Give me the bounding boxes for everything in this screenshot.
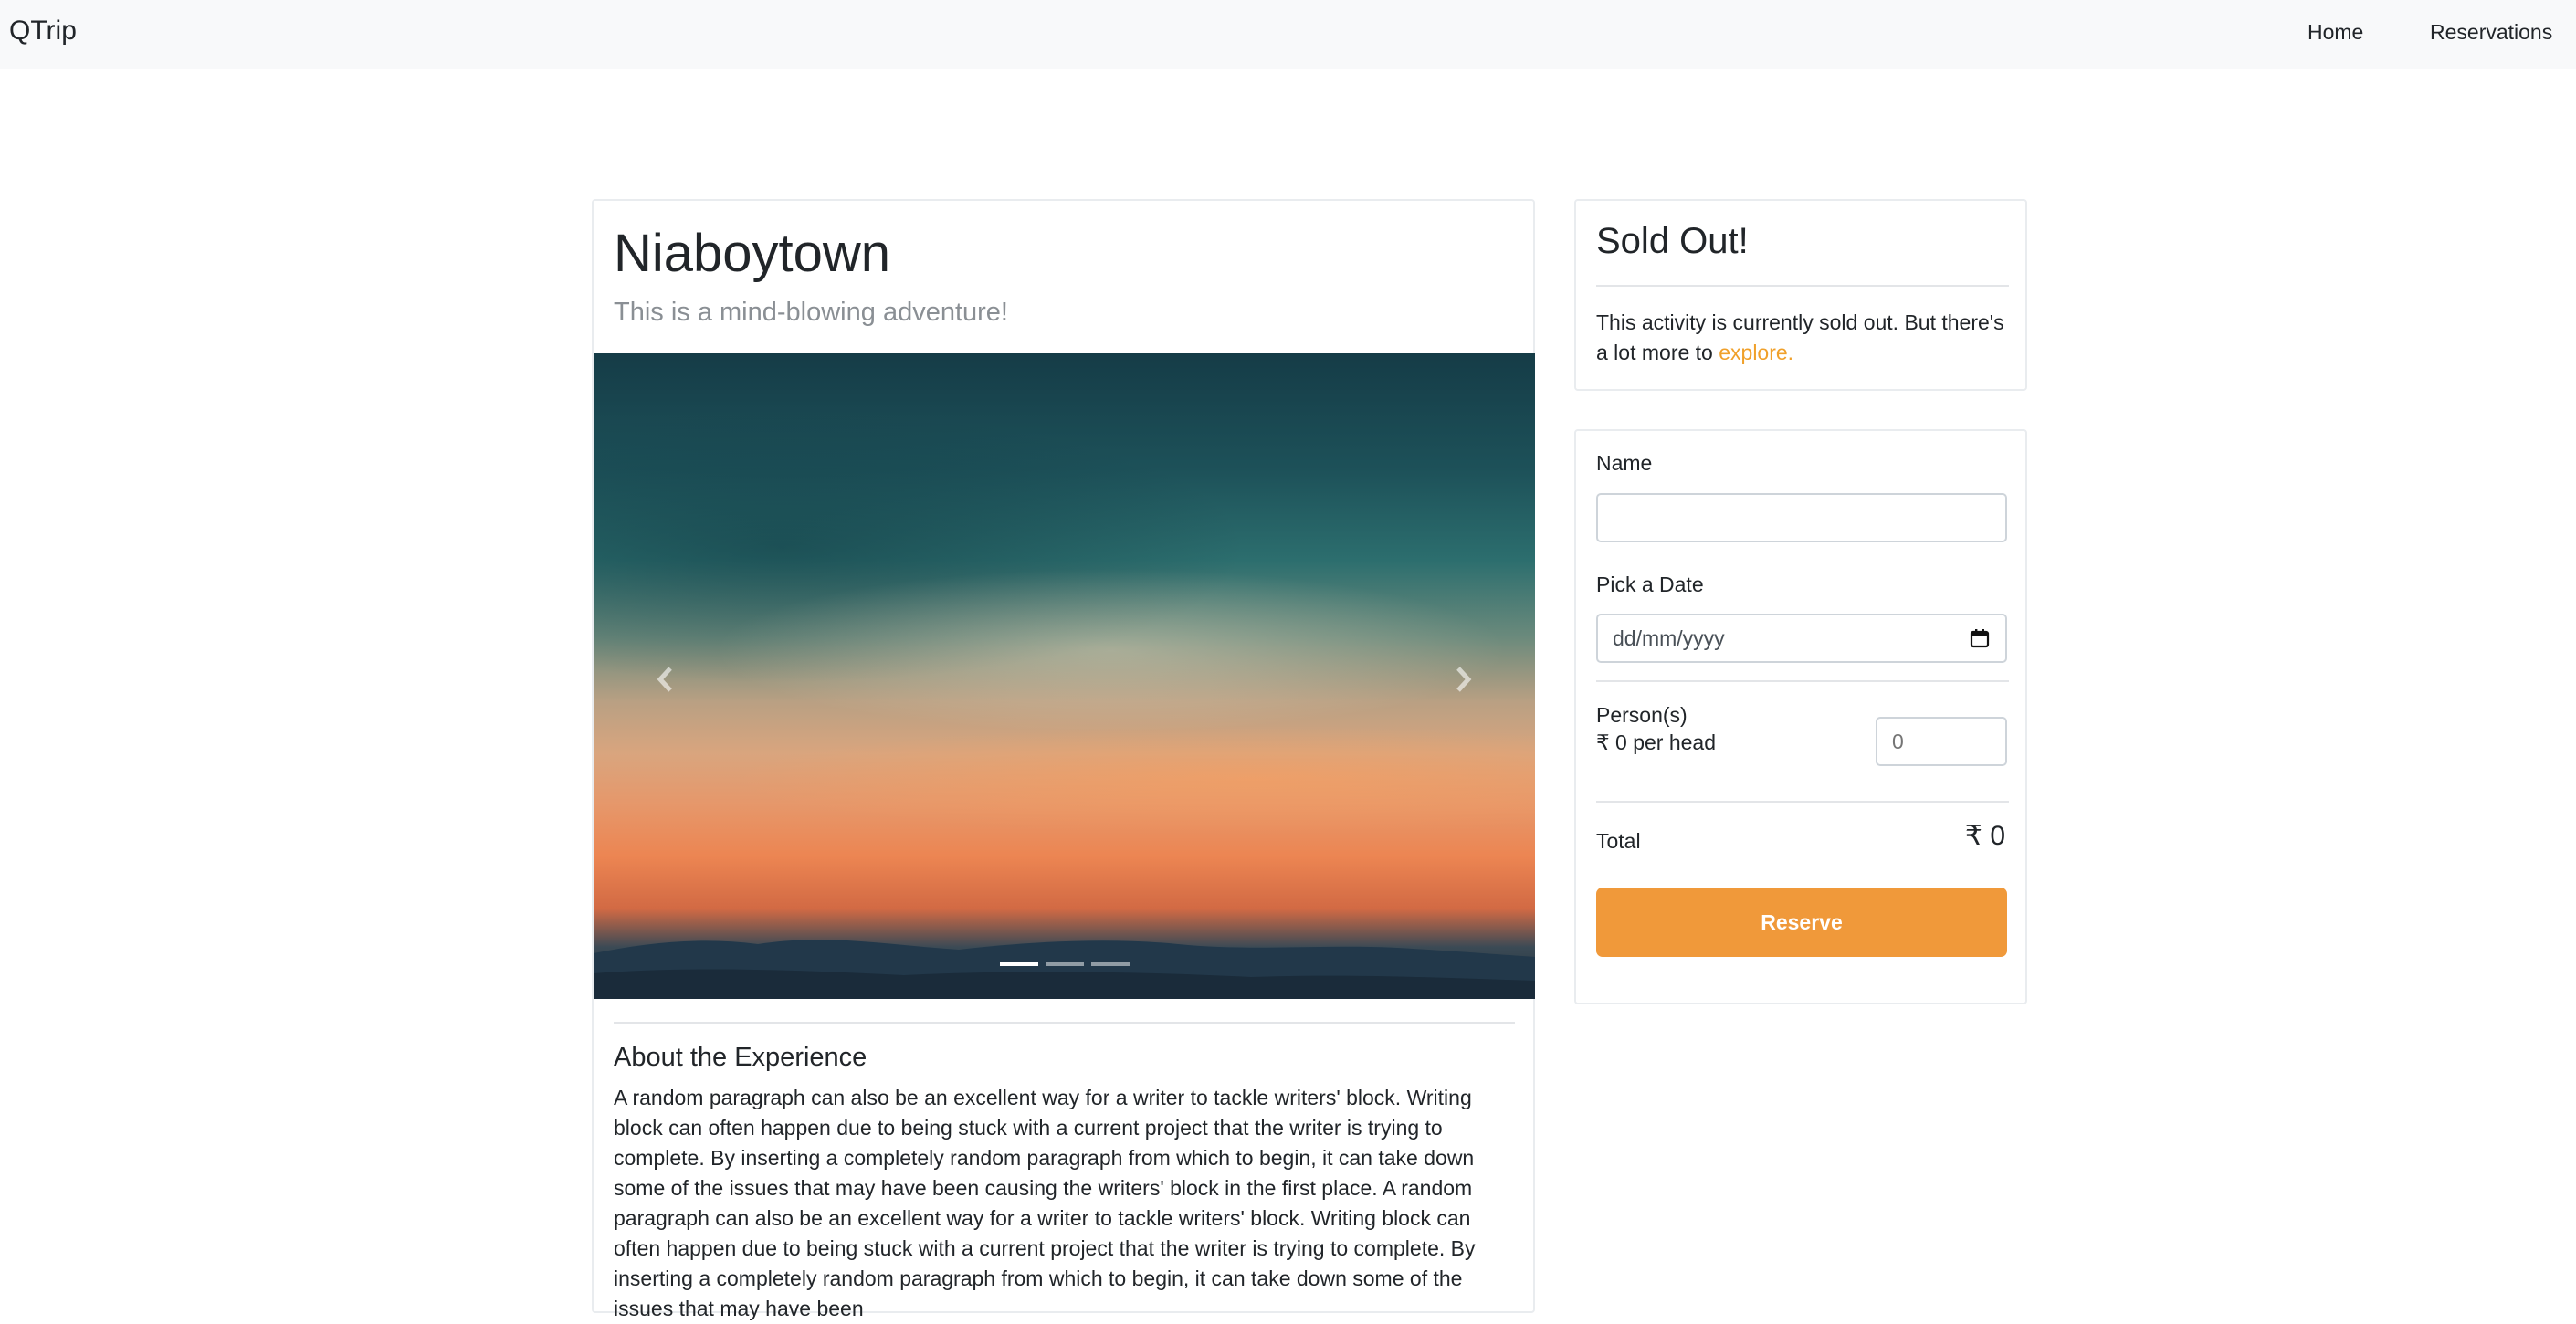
name-label: Name xyxy=(1596,451,1653,475)
carousel-next-button[interactable] xyxy=(1440,657,1486,702)
chevron-right-icon xyxy=(1456,667,1472,692)
carousel-indicator-3[interactable] xyxy=(1090,962,1130,966)
calendar-icon[interactable] xyxy=(1969,627,1991,649)
persons-input[interactable] xyxy=(1876,717,2007,766)
chevron-left-icon xyxy=(657,667,672,692)
sold-out-title: Sold Out! xyxy=(1596,221,1749,261)
navbar: QTrip Home Reservations xyxy=(0,0,2576,69)
sold-out-card: Sold Out! This activity is currently sol… xyxy=(1574,199,2027,391)
reservation-form: Name Pick a Date dd/mm/yyyy Person(s) ₹ … xyxy=(1574,429,2027,1004)
carousel-indicator-1[interactable] xyxy=(999,962,1038,966)
nav-reservations-link[interactable]: Reservations xyxy=(2430,20,2552,45)
reserve-button[interactable]: Reserve xyxy=(1596,888,2007,957)
form-divider xyxy=(1596,801,2009,803)
persons-label: Person(s) xyxy=(1596,703,1688,727)
date-placeholder: dd/mm/yyyy xyxy=(1613,625,1725,650)
about-text: A random paragraph can also be an excell… xyxy=(614,1086,1476,1320)
adventure-card: Niaboytown This is a mind-blowing advent… xyxy=(592,199,1535,1320)
name-input[interactable] xyxy=(1596,493,2007,542)
brand-logo[interactable]: QTrip xyxy=(9,16,77,47)
per-head-price: ₹ 0 per head xyxy=(1596,730,1717,754)
carousel-indicators xyxy=(594,962,1535,966)
sold-out-divider xyxy=(1596,285,2009,287)
date-input[interactable]: dd/mm/yyyy xyxy=(1596,614,2007,663)
carousel-prev-button[interactable] xyxy=(643,657,689,702)
image-carousel xyxy=(594,353,1535,999)
adventure-subtitle: This is a mind-blowing adventure! xyxy=(614,298,1008,327)
nav-home-link[interactable]: Home xyxy=(2308,20,2363,45)
sold-out-text: This activity is currently sold out. But… xyxy=(1596,308,2016,368)
about-title: About the Experience xyxy=(614,1043,867,1072)
total-label: Total xyxy=(1596,829,1641,853)
sold-out-message: This activity is currently sold out. But… xyxy=(1596,310,2004,364)
total-value: ₹ 0 xyxy=(1964,821,2005,851)
adventure-title: Niaboytown xyxy=(614,224,891,283)
date-label: Pick a Date xyxy=(1596,573,1704,596)
about-divider xyxy=(614,1022,1515,1024)
carousel-indicator-2[interactable] xyxy=(1045,962,1084,966)
explore-link[interactable]: explore. xyxy=(1719,341,1793,364)
form-divider xyxy=(1596,680,2009,682)
carousel-image xyxy=(594,940,1535,999)
